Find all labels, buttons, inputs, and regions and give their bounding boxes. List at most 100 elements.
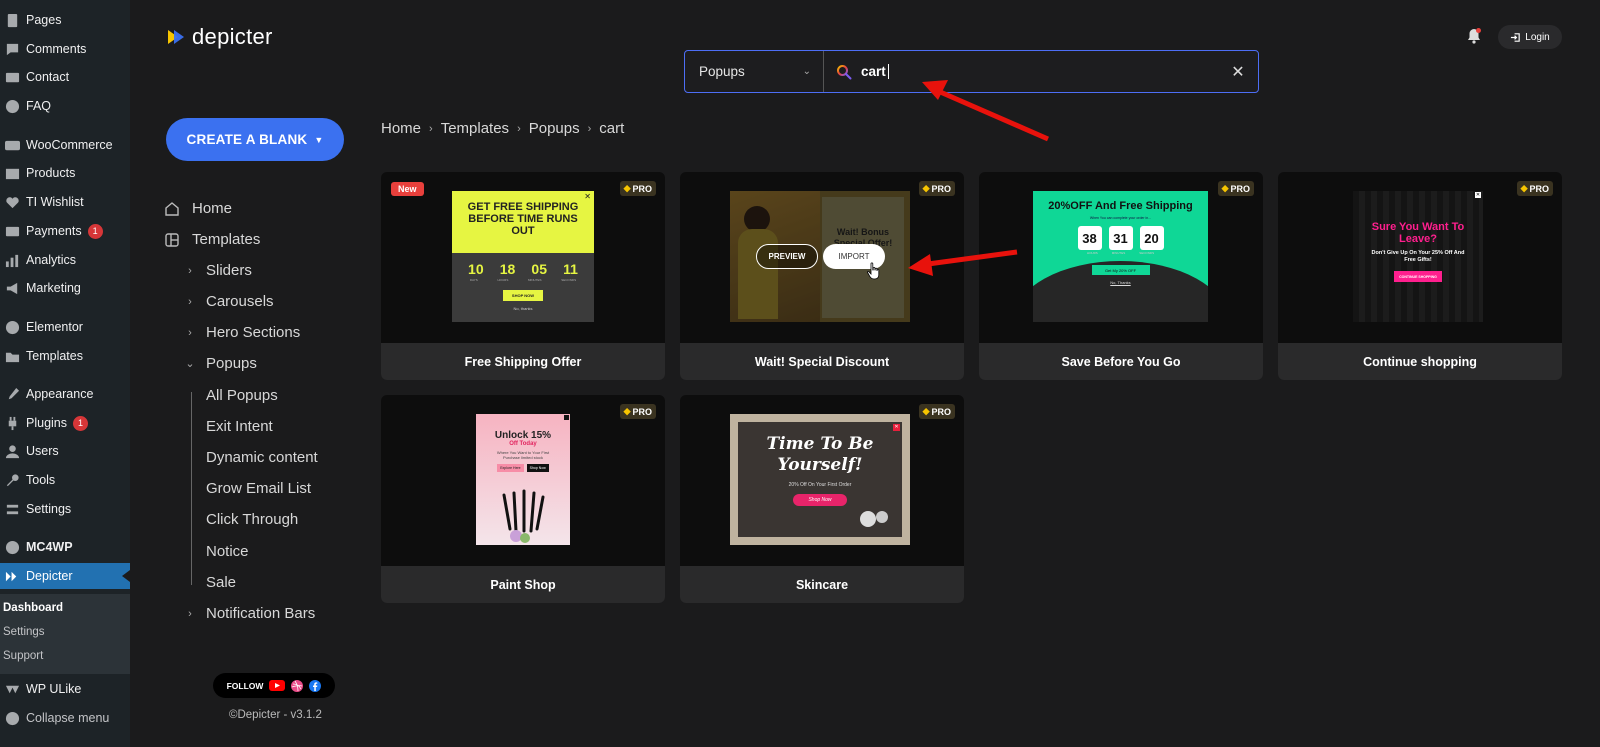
plugins-icon	[4, 415, 20, 431]
countdown-units: DAYS HOURS MINUTES SECONDS	[452, 277, 594, 282]
wp-menu-label: Pages	[26, 13, 62, 27]
wp-menu-products[interactable]: Products	[0, 160, 130, 186]
chevron-right-icon: ›	[517, 122, 521, 135]
category-select[interactable]: Popups ⌄	[685, 51, 824, 92]
woocommerce-icon	[4, 137, 20, 153]
pro-label: PRO	[931, 406, 951, 417]
pro-label: PRO	[632, 406, 652, 417]
wp-menu-tools[interactable]: Tools	[0, 467, 130, 493]
template-thumbnail[interactable]: Wait! Bonus Special Offer! PREVIEW IMPOR…	[680, 172, 964, 342]
nav-popups[interactable]: ⌄ Popups	[182, 355, 256, 372]
breadcrumb-popups[interactable]: Popups	[529, 120, 580, 137]
nav-label: Carousels	[206, 293, 274, 310]
nav-sliders[interactable]: › Sliders	[182, 262, 252, 279]
template-thumbnail[interactable]: Unlock 15% Off Today Where You Want to Y…	[381, 395, 665, 565]
nav-click-through[interactable]: Click Through	[206, 511, 298, 528]
wp-menu-users[interactable]: Users	[0, 438, 130, 464]
pro-badge: ◆ PRO	[619, 181, 656, 196]
wp-menu-faq[interactable]: FAQ	[0, 93, 130, 119]
nav-all-popups[interactable]: All Popups	[206, 387, 278, 404]
nav-exit-intent[interactable]: Exit Intent	[206, 418, 273, 435]
follow-label: FOLLOW	[226, 680, 264, 691]
wp-menu-woocommerce[interactable]: WooCommerce	[0, 132, 130, 158]
breadcrumb-home[interactable]: Home	[381, 120, 421, 137]
wp-submenu-dashboard[interactable]: Dashboard	[3, 602, 63, 614]
depicter-logo[interactable]: depicter	[168, 24, 273, 50]
notification-bell-icon[interactable]	[1465, 27, 1483, 45]
wp-menu-comments[interactable]: Comments	[0, 36, 130, 62]
wp-submenu-settings[interactable]: Settings	[3, 626, 45, 638]
popup-panel: ✕ Time To Be Yourself! 20% Off On Your F…	[738, 422, 902, 537]
dribbble-icon[interactable]	[291, 679, 304, 692]
cotton-ball-image	[860, 511, 876, 527]
wp-menu-label: MC4WP	[26, 540, 73, 554]
wp-menu-pages[interactable]: Pages	[0, 7, 130, 33]
template-card-free-shipping-offer[interactable]: GET FREE SHIPPING BEFORE TIME RUNS OUT ✕…	[381, 172, 665, 380]
nav-hero-sections[interactable]: › Hero Sections	[182, 324, 300, 341]
popup-dismiss-link: No, Thanks	[1110, 280, 1131, 285]
pro-badge: ◆ PRO	[1217, 181, 1254, 196]
wp-menu-analytics[interactable]: Analytics	[0, 247, 130, 273]
wp-menu-payments[interactable]: Payments 1	[0, 218, 130, 244]
template-thumbnail[interactable]: ✕ Sure You Want To Leave? Don't Give Up …	[1278, 172, 1562, 342]
wp-menu-label: Settings	[26, 502, 72, 516]
gem-icon: ◆	[922, 183, 930, 193]
nav-home[interactable]: Home	[164, 200, 232, 217]
login-button[interactable]: Login	[1498, 25, 1562, 49]
wp-menu-wp-ulike[interactable]: WP ULike	[0, 676, 130, 702]
pro-badge: ◆ PRO	[918, 181, 955, 196]
wp-menu-marketing[interactable]: Marketing	[0, 275, 130, 301]
nav-grow-email-list[interactable]: Grow Email List	[206, 480, 311, 497]
gem-icon: ◆	[1520, 183, 1528, 193]
nav-carousels[interactable]: › Carousels	[182, 293, 274, 310]
timer-unit: DAYS	[469, 278, 478, 282]
template-thumbnail[interactable]: GET FREE SHIPPING BEFORE TIME RUNS OUT ✕…	[381, 172, 665, 342]
wp-menu-settings[interactable]: Settings	[0, 496, 130, 522]
caret-down-icon: ▼	[314, 134, 324, 145]
nav-notice[interactable]: Notice	[206, 543, 249, 560]
breadcrumb-templates[interactable]: Templates	[441, 120, 509, 137]
youtube-icon[interactable]	[269, 680, 286, 691]
facebook-icon[interactable]	[309, 679, 322, 692]
template-card-continue-shopping[interactable]: ✕ Sure You Want To Leave? Don't Give Up …	[1278, 172, 1562, 380]
popup-preview: ✕ Time To Be Yourself! 20% Off On Your F…	[730, 414, 910, 545]
wp-submenu-support[interactable]: Support	[3, 650, 43, 662]
nav-sale[interactable]: Sale	[206, 574, 236, 591]
wp-menu-label: Templates	[26, 349, 83, 363]
template-thumbnail[interactable]: 20%OFF And Free Shipping When You can co…	[979, 172, 1263, 342]
wp-collapse-menu[interactable]: Collapse menu	[0, 705, 130, 731]
gem-icon: ◆	[1221, 183, 1229, 193]
template-thumbnail[interactable]: ✕ Time To Be Yourself! 20% Off On Your F…	[680, 395, 964, 565]
marketing-icon	[4, 280, 20, 296]
wp-menu-appearance[interactable]: Appearance	[0, 381, 130, 407]
wp-menu-label: Tools	[26, 473, 56, 487]
template-card-save-before-you-go[interactable]: 20%OFF And Free Shipping When You can co…	[979, 172, 1263, 380]
elementor-icon	[4, 319, 20, 335]
popup-cta: Shop Now	[793, 494, 847, 506]
nav-templates[interactable]: Templates	[164, 231, 260, 248]
nav-dynamic-content[interactable]: Dynamic content	[206, 449, 318, 466]
template-card-wait-special-discount[interactable]: Wait! Bonus Special Offer! PREVIEW IMPOR…	[680, 172, 964, 380]
wp-menu-elementor[interactable]: Elementor	[0, 314, 130, 340]
template-card-paint-shop[interactable]: Unlock 15% Off Today Where You Want to Y…	[381, 395, 665, 603]
create-blank-button[interactable]: CREATE A BLANK ▼	[166, 118, 344, 161]
wp-menu-plugins[interactable]: Plugins 1	[0, 410, 130, 436]
chevron-right-icon: ›	[429, 122, 433, 135]
wp-menu-depicter[interactable]: Depicter	[0, 563, 130, 589]
search-input[interactable]: cart	[824, 51, 1218, 92]
clear-search-icon[interactable]: ✕	[1218, 62, 1258, 82]
template-card-skincare[interactable]: ✕ Time To Be Yourself! 20% Off On Your F…	[680, 395, 964, 603]
wp-menu-mc4wp[interactable]: MC4WP	[0, 534, 130, 560]
nav-label: Exit Intent	[206, 418, 273, 435]
preview-button[interactable]: PREVIEW	[756, 244, 818, 269]
wp-menu-ti-wishlist[interactable]: TI Wishlist	[0, 189, 130, 215]
cotton-ball-image	[876, 511, 888, 523]
settings-icon	[4, 501, 20, 517]
payments-icon	[4, 223, 20, 239]
timer-days: 10	[468, 261, 484, 277]
users-icon	[4, 443, 20, 459]
wp-menu-templates[interactable]: Templates	[0, 343, 130, 369]
makeup-brushes-image	[502, 489, 545, 543]
wp-menu-contact[interactable]: Contact	[0, 64, 130, 90]
nav-notification-bars[interactable]: › Notification Bars	[182, 605, 315, 622]
